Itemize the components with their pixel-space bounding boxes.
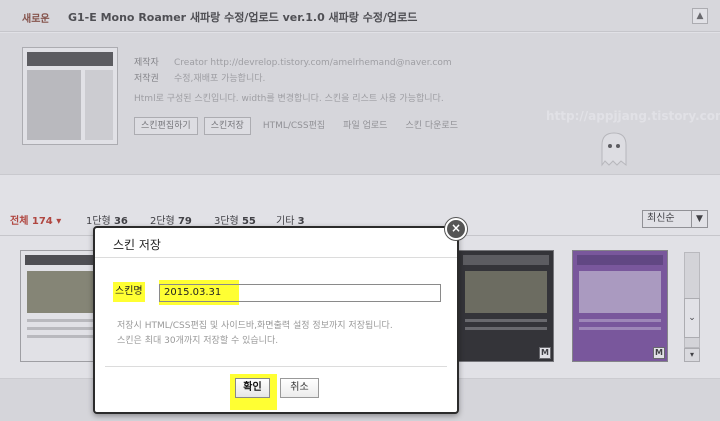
divider	[95, 257, 457, 258]
confirm-button[interactable]: 확인	[235, 378, 270, 398]
help-text: 스킨은 최대 30개까지 저장할 수 있습니다.	[117, 336, 279, 346]
save-skin-dialog: 스킨 저장 × 스킨명 2015.03.31 저장시 HTML/CSS편집 및 …	[93, 218, 467, 414]
cancel-button[interactable]: 취소	[280, 378, 319, 398]
dialog-title: 스킨 저장	[113, 238, 161, 252]
skin-name-label: 스킨명	[113, 282, 145, 302]
divider	[105, 366, 447, 367]
close-icon[interactable]: ×	[445, 218, 467, 240]
skin-name-input[interactable]: 2015.03.31	[159, 284, 441, 302]
help-text: 저장시 HTML/CSS편집 및 사이드바,화면출력 설정 정보까지 저장됩니다…	[117, 321, 393, 331]
